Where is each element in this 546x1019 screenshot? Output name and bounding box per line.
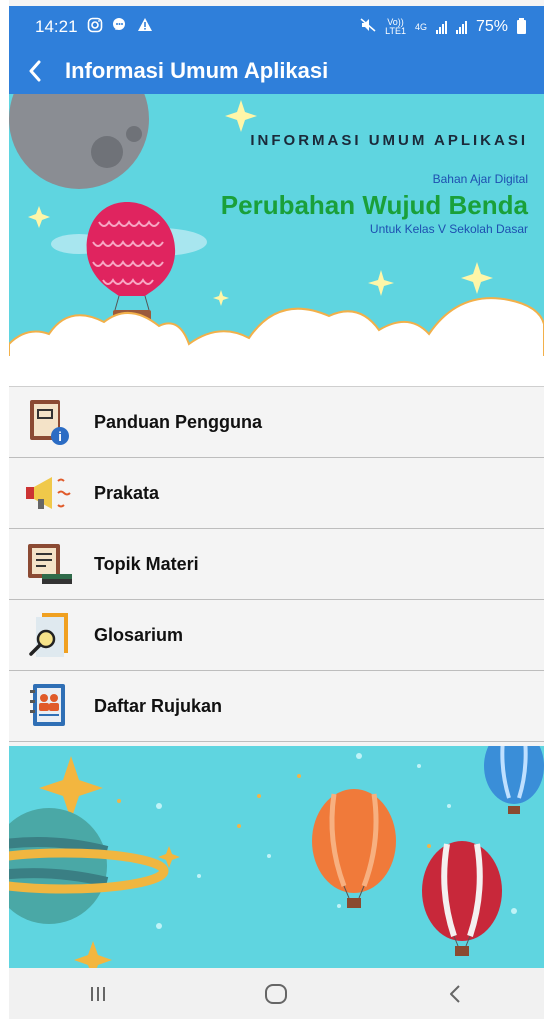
menu-item-panduan-pengguna[interactable]: i Panduan Pengguna <box>9 387 544 458</box>
bottom-illustration <box>9 746 544 968</box>
system-nav-bar <box>9 968 544 1019</box>
signal-strength-icon-1 <box>435 20 447 34</box>
header-banner: INFORMASI UMUM APLIKASI Bahan Ajar Digit… <box>9 94 544 386</box>
home-button[interactable] <box>246 974 306 1014</box>
banner-subtitle-top: Bahan Ajar Digital <box>432 172 528 186</box>
menu-item-daftar-rujukan[interactable]: Daftar Rujukan <box>9 671 544 742</box>
battery-icon <box>517 18 526 34</box>
recent-apps-icon <box>91 986 106 1001</box>
menu-item-label: Panduan Pengguna <box>94 411 263 432</box>
chat-notification-icon <box>112 17 128 38</box>
recent-apps-button[interactable] <box>68 974 128 1014</box>
nav-back-button[interactable] <box>425 974 485 1014</box>
menu-item-label: Glosarium <box>94 624 184 645</box>
clock: 14:21 <box>35 17 78 36</box>
status-bar-right: Vo)) LTE1 4G 75% <box>360 18 526 37</box>
menu-item-label: Topik Materi <box>94 553 199 574</box>
warning-icon <box>137 17 153 37</box>
volte-indicator: Vo)) LTE1 <box>385 18 406 36</box>
menu-item-label: Daftar Rujukan <box>94 695 223 716</box>
page-title: Informasi Umum Aplikasi <box>65 58 329 83</box>
network-type: 4G <box>414 21 427 32</box>
status-bar-left: 14:21 <box>35 17 153 38</box>
home-icon <box>265 983 288 1004</box>
app-bar: Informasi Umum Aplikasi <box>9 48 544 94</box>
banner-title: INFORMASI UMUM APLIKASI <box>250 132 528 149</box>
signal-strength-icon-2 <box>455 20 467 34</box>
instagram-icon <box>87 17 103 38</box>
menu-item-topik-materi[interactable]: Topik Materi <box>9 529 544 600</box>
menu-item-label: Prakata <box>94 482 160 503</box>
books-icon <box>23 538 75 590</box>
menu-item-prakata[interactable]: Prakata <box>9 458 544 529</box>
banner-subtitle-bottom: Untuk Kelas V Sekolah Dasar <box>369 222 528 236</box>
battery-percent: 75% <box>475 18 508 35</box>
space-balloons-illustration <box>9 746 544 968</box>
status-bar: 14:21 Vo)) LTE1 4G 75% <box>9 6 544 48</box>
back-button[interactable] <box>9 48 61 94</box>
user-guide-book-icon: i <box>23 396 75 448</box>
phone-screen: 14:21 Vo)) LTE1 4G 75% Informasi Umum Ap… <box>9 0 544 1019</box>
megaphone-icon <box>23 467 75 519</box>
mute-icon <box>360 17 376 37</box>
back-arrow-icon <box>29 60 41 82</box>
banner-main-title: Perubahan Wujud Benda <box>220 190 528 220</box>
address-book-icon <box>23 680 75 732</box>
lte-label: LTE1 <box>385 26 406 36</box>
menu-list: i Panduan Pengguna Prakata Topik Materi … <box>9 386 544 742</box>
menu-item-glosarium[interactable]: Glosarium <box>9 600 544 671</box>
svg-text:i: i <box>58 429 62 444</box>
magnifier-document-icon <box>23 609 75 661</box>
nav-back-icon <box>449 984 460 1003</box>
